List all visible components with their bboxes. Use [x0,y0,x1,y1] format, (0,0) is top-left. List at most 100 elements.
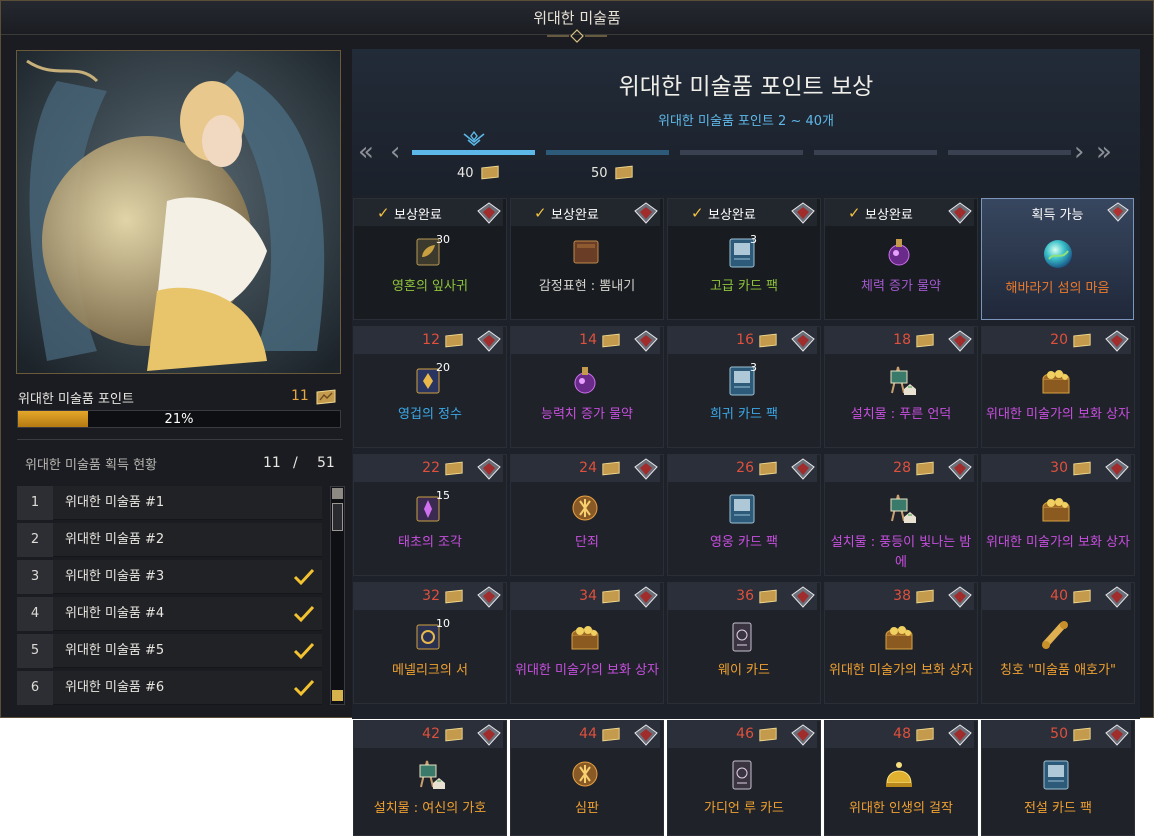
artwork-list-item[interactable]: 5 위대한 미술품 #5 [17,634,322,668]
treasure-chest-icon [571,626,599,650]
required-points: 32 [422,588,440,604]
required-points: 24 [579,460,597,476]
art-point-icon [916,461,934,476]
reward-name: 체력 증가 물약 [860,279,942,294]
reward-badge-icon [948,586,972,608]
tarot-card-icon [732,760,752,790]
page-segment-4[interactable] [814,150,937,155]
reward-name: 메넬리크의 서 [392,663,468,678]
window-title: 위대한 미술품 [533,9,621,27]
reward-name: 심판 [575,801,599,816]
required-points: 12 [422,332,440,348]
artwork-index: 2 [17,523,53,557]
reward-cell-completed[interactable]: ✓ 보상완료 3 고급 카드 팩 [667,198,821,320]
artwork-index: 5 [17,634,53,668]
scroll-thumb[interactable] [332,503,343,531]
reward-name: 위대한 미술가의 보화 상자 [515,663,659,678]
page-last-button[interactable]: » [1096,139,1112,165]
reward-cell[interactable]: 44 심판 [510,720,664,836]
reward-cell[interactable]: 30 위대한 미술가의 보화 상자 [981,454,1135,576]
reward-cell[interactable]: 26 영웅 카드 팩 [667,454,821,576]
title-bar[interactable]: 위대한 미술품 [1,1,1153,43]
page-segment-1[interactable] [412,150,535,155]
list-scrollbar[interactable] [330,486,345,705]
item-count: 30 [436,233,450,246]
art-point-icon [759,333,777,348]
artwork-list-item[interactable]: 2 위대한 미술품 #2 [17,523,322,557]
item-count: 3 [750,233,757,246]
reward-cell[interactable]: 16 3 희귀 카드 팩 [667,326,821,448]
reward-cell-completed[interactable]: ✓ 보상완료 감정표현 : 뽐내기 [510,198,664,320]
reward-cell-available[interactable]: 획득 가능 해바라기 섬의 마음 [981,198,1134,320]
reward-name: 위대한 미술가의 보화 상자 [829,663,973,678]
check-icon [293,568,315,586]
points-value: 11 [291,388,309,404]
reward-badge-icon [634,724,658,746]
reward-cell[interactable]: 38 위대한 미술가의 보화 상자 [824,582,978,704]
artwork-list-item[interactable]: 6 위대한 미술품 #6 [17,671,322,705]
easel-icon [890,366,916,395]
reward-cell[interactable]: 50 전설 카드 팩 [981,720,1135,836]
artwork-name: 위대한 미술품 #5 [65,643,165,658]
artwork-list-item[interactable]: 1 위대한 미술품 #1 [17,486,322,520]
reward-badge-icon [477,330,501,352]
reward-badge-icon [791,586,815,608]
artwork-list-item[interactable]: 4 위대한 미술품 #4 [17,597,322,631]
reward-cell[interactable]: 36 웨이 카드 [667,582,821,704]
reward-cell[interactable]: 12 20 영겁의 정수 [353,326,507,448]
reward-cell[interactable]: 20 위대한 미술가의 보화 상자 [981,326,1135,448]
completed-status: 보상완료 [394,208,442,223]
rune-icon [572,495,598,521]
page-segment-3[interactable] [680,150,803,155]
page-segment-5[interactable] [948,150,1071,155]
reward-name: 감정표현 : 뽐내기 [538,279,636,294]
art-point-icon [1073,589,1091,604]
reward-cell[interactable]: 32 10 메넬리크의 서 [353,582,507,704]
reward-cell[interactable]: 14 능력치 증가 물약 [510,326,664,448]
treasure-chest-icon [885,626,913,650]
reward-badge-icon [634,330,658,352]
card-pack-icon [1043,760,1069,790]
art-point-icon [445,461,463,476]
reward-name: 설치물 : 푸른 언덕 [850,407,952,422]
reward-cell-completed[interactable]: ✓ 보상완료 30 영혼의 잎사귀 [353,198,507,320]
reward-cell[interactable]: 28 설치물 : 풍등이 빛나는 밤에 [824,454,978,576]
check-icon [293,605,315,623]
reward-cell[interactable]: 18 설치물 : 푸른 언덕 [824,326,978,448]
page-first-button[interactable]: « [358,139,374,165]
art-point-icon [602,589,620,604]
scroll-up-button[interactable] [332,488,343,499]
progress-text: 21% [164,412,194,427]
page-prev-button[interactable]: ‹ [390,139,400,165]
reward-name: 웨이 카드 [718,663,770,678]
tarot-card-icon [732,622,752,652]
required-points: 18 [893,332,911,348]
art-point-icon [1073,727,1091,742]
reward-cell-completed[interactable]: ✓ 보상완료 체력 증가 물약 [824,198,978,320]
page-segment-2[interactable] [546,150,669,155]
reward-badge-icon [634,202,658,224]
page-next-button[interactable]: › [1074,139,1084,165]
required-points: 46 [736,726,754,742]
reward-name: 영겁의 정수 [398,407,462,422]
art-point-icon [602,333,620,348]
potion-icon [888,239,910,266]
reward-cell[interactable]: 42 설치물 : 여신의 가호 [353,720,507,836]
check-icon [293,642,315,660]
item-count: 20 [436,361,450,374]
reward-badge-icon [1105,330,1129,352]
scroll-down-button[interactable] [332,690,343,701]
reward-name: 능력치 증가 물약 [541,407,633,422]
reward-cell[interactable]: 40 칭호 "미술품 애호가" [981,582,1135,704]
reward-cell[interactable]: 22 15 태초의 조각 [353,454,507,576]
reward-cell[interactable]: 48 위대한 인생의 걸작 [824,720,978,836]
artwork-list-item[interactable]: 3 위대한 미술품 #3 [17,560,322,594]
reward-cell[interactable]: 24 단죄 [510,454,664,576]
segment-label-40: 40 [457,166,474,181]
artwork-portrait [16,50,341,374]
art-point-icon [1073,333,1091,348]
required-points: 20 [1050,332,1068,348]
reward-cell[interactable]: 34 위대한 미술가의 보화 상자 [510,582,664,704]
potion-icon [574,367,596,394]
reward-cell[interactable]: 46 가디언 루 카드 [667,720,821,836]
